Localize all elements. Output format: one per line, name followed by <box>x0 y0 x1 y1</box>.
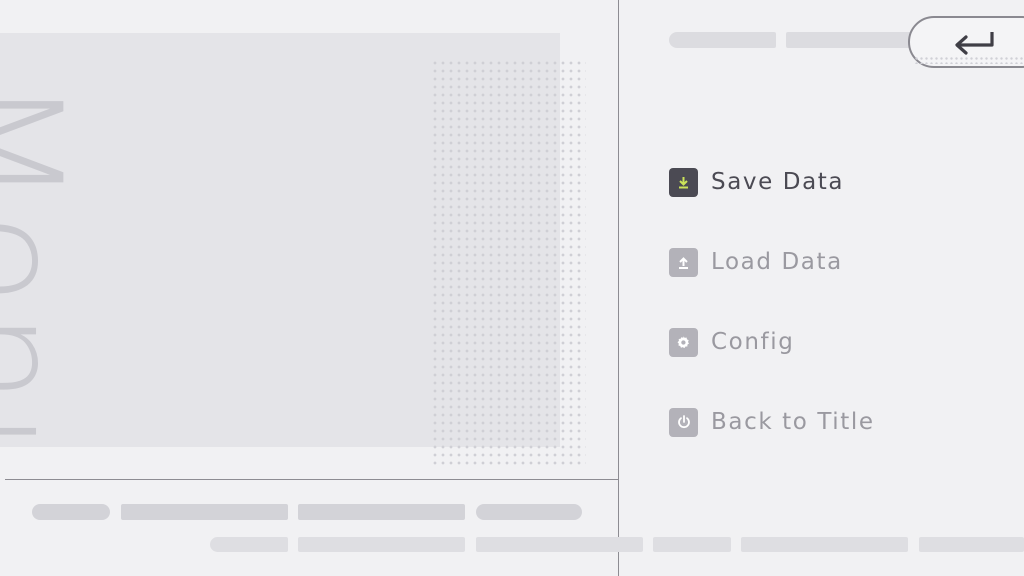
header-placeholder-bar <box>786 32 916 48</box>
power-icon <box>669 407 698 437</box>
back-button[interactable] <box>908 16 1024 68</box>
menu-item-config[interactable]: Config <box>669 320 1009 364</box>
menu-watermark: Menu <box>0 77 92 447</box>
dot-pattern-decoration <box>431 59 586 469</box>
footer-placeholder-bar <box>919 537 1024 552</box>
menu-item-label: Save Data <box>711 169 845 195</box>
return-arrow-icon <box>955 32 994 55</box>
footer-placeholder-bar <box>653 537 731 552</box>
menu-item-label: Config <box>711 329 795 355</box>
menu-item-save-data[interactable]: Save Data <box>669 160 1009 204</box>
menu-item-load-data[interactable]: Load Data <box>669 240 1009 284</box>
vertical-divider <box>618 0 619 576</box>
footer-placeholder-bar <box>741 537 908 552</box>
upload-icon <box>669 247 698 277</box>
placeholder-bar <box>476 504 582 520</box>
menu-item-back-to-title[interactable]: Back to Title <box>669 400 1009 444</box>
download-icon <box>669 167 698 197</box>
preview-panel: Menu <box>0 0 618 576</box>
horizontal-divider <box>5 479 618 480</box>
placeholder-bar <box>32 504 110 520</box>
menu-item-label: Back to Title <box>711 409 875 435</box>
placeholder-bar <box>121 504 288 520</box>
footer-placeholder-bar <box>210 537 288 552</box>
placeholder-bar <box>298 504 465 520</box>
footer-placeholder-bar <box>476 537 643 552</box>
footer-placeholder-bar <box>298 537 465 552</box>
menu-item-label: Load Data <box>711 249 843 275</box>
header-placeholder-bar <box>669 32 776 48</box>
gear-icon <box>669 327 698 357</box>
